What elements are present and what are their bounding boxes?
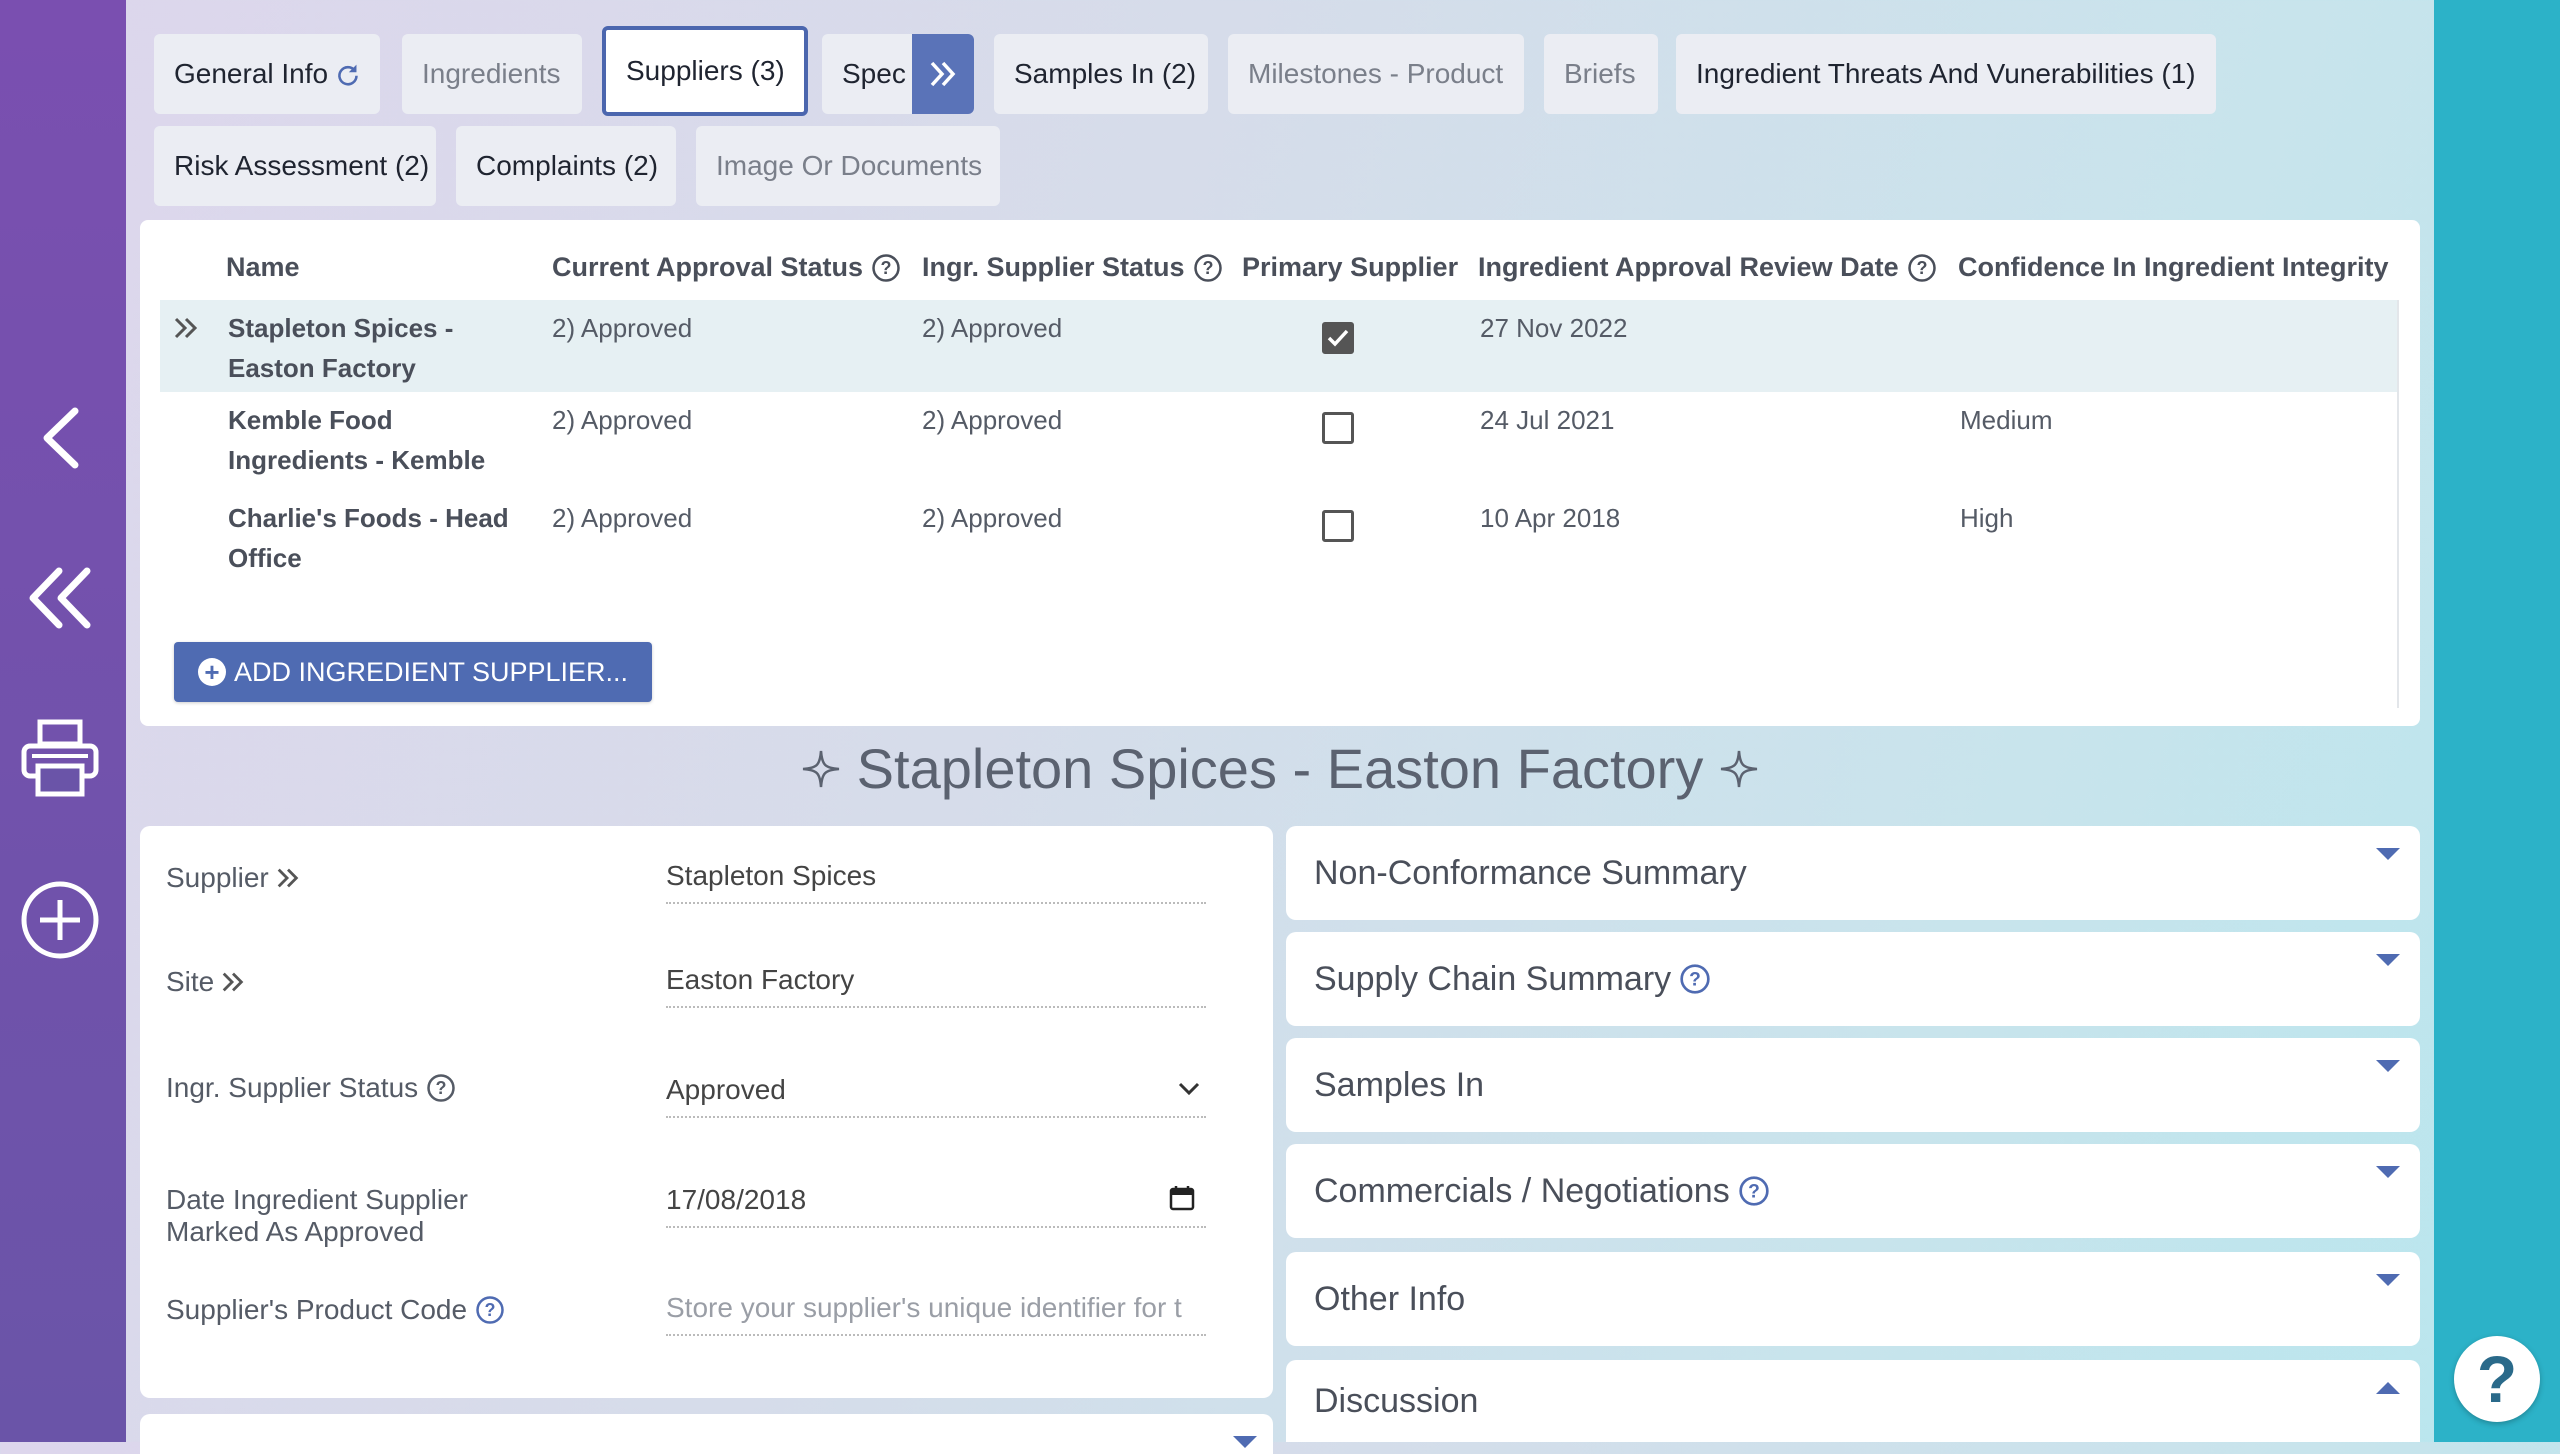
svg-text:?: ?: [485, 1300, 496, 1320]
caret-down-icon: [2376, 954, 2400, 966]
table-cell-review-date: 24 Jul 2021: [1480, 405, 1615, 435]
accordion-discussion[interactable]: Discussion: [1286, 1360, 2420, 1442]
tab-ingredient-threats[interactable]: Ingredient Threats And Vunerabilities (1…: [1676, 34, 2216, 114]
svg-text:?: ?: [436, 1078, 447, 1098]
supplier-field[interactable]: Stapleton Spices: [666, 860, 1206, 904]
table-cell-approval-status: 2) Approved: [552, 405, 693, 435]
col-header-supplier-status[interactable]: Ingr. Supplier Status ?: [922, 252, 1223, 283]
table-cell-supplier-status: 2) Approved: [922, 313, 1063, 343]
tab-briefs[interactable]: Briefs: [1544, 34, 1658, 114]
table-cell-approval-status: 2) Approved: [552, 503, 693, 533]
supplier-status-label: Ingr. Supplier Status ?: [166, 1072, 456, 1104]
tab-spec[interactable]: Spec: [822, 34, 914, 114]
col-header-review-date[interactable]: Ingredient Approval Review Date ?: [1478, 252, 1937, 283]
help-button[interactable]: ?: [2454, 1336, 2540, 1422]
question-icon[interactable]: ?: [1907, 253, 1937, 283]
table-row-name[interactable]: Charlie's Foods - Head Office: [228, 498, 528, 578]
help-icon: ?: [2476, 1342, 2518, 1416]
date-approved-label: Date Ingredient Supplier Marked As Appro…: [166, 1184, 468, 1247]
caret-down-icon: [2376, 1166, 2400, 1178]
collapsed-panel: [140, 1414, 1273, 1454]
primary-supplier-checkbox[interactable]: [1322, 510, 1354, 542]
caret-up-icon: [2376, 1382, 2400, 1394]
tab-complaints[interactable]: Complaints (2): [456, 126, 676, 206]
question-icon[interactable]: ?: [1738, 1175, 1770, 1207]
tab-ingredients[interactable]: Ingredients: [402, 34, 582, 114]
date-approved-input[interactable]: 17/08/2018: [666, 1184, 1206, 1228]
svg-text:?: ?: [1748, 1181, 1760, 1202]
product-code-label: Supplier's Product Code ?: [166, 1294, 505, 1326]
sparkle-icon: [1721, 750, 1758, 787]
caret-down-icon[interactable]: [1231, 1434, 1259, 1450]
back-icon[interactable]: [14, 392, 106, 484]
product-code-input[interactable]: Store your supplier's unique identifier …: [666, 1292, 1206, 1336]
tab-general-info[interactable]: General Info: [154, 34, 380, 114]
calendar-icon[interactable]: [1168, 1184, 1196, 1212]
accordion-commercials[interactable]: Commercials / Negotiations ?: [1286, 1144, 2420, 1238]
add-ingredient-supplier-button[interactable]: + ADD INGREDIENT SUPPLIER...: [174, 642, 652, 702]
accordion-supply-chain[interactable]: Supply Chain Summary ?: [1286, 932, 2420, 1026]
site-field[interactable]: Easton Factory: [666, 964, 1206, 1008]
col-header-confidence[interactable]: Confidence In Ingredient Integrity: [1958, 252, 2389, 283]
tab-samples-in[interactable]: Samples In (2): [994, 34, 1208, 114]
chevron-down-icon: [1178, 1082, 1200, 1096]
refresh-icon: [338, 64, 358, 86]
double-back-icon[interactable]: [14, 552, 106, 644]
tab-milestones-product[interactable]: Milestones - Product: [1228, 34, 1524, 114]
add-circle-icon[interactable]: [14, 874, 106, 966]
svg-text:?: ?: [1689, 969, 1701, 990]
svg-text:?: ?: [1202, 258, 1213, 278]
question-icon[interactable]: ?: [1679, 963, 1711, 995]
table-cell-review-date: 27 Nov 2022: [1480, 313, 1628, 343]
tab-image-or-documents[interactable]: Image Or Documents: [696, 126, 1000, 206]
table-cell-supplier-status: 2) Approved: [922, 405, 1063, 435]
question-icon[interactable]: ?: [1193, 253, 1223, 283]
caret-down-icon: [2376, 1060, 2400, 1072]
primary-supplier-checkbox[interactable]: [1322, 412, 1354, 444]
double-chevron-right-icon[interactable]: [220, 969, 246, 995]
tab-risk-assessment[interactable]: Risk Assessment (2): [154, 126, 436, 206]
checkmark-icon: [1327, 329, 1349, 347]
table-cell-confidence: Medium: [1960, 405, 2053, 435]
spec-expand-icon[interactable]: [912, 34, 974, 114]
question-icon[interactable]: ?: [426, 1073, 456, 1103]
site-label: Site: [166, 966, 246, 998]
table-cell-confidence: High: [1960, 503, 2014, 533]
printer-icon[interactable]: [14, 712, 106, 804]
accordion-other-info[interactable]: Other Info: [1286, 1252, 2420, 1346]
caret-down-icon: [2376, 1274, 2400, 1286]
accordion-non-conformance[interactable]: Non-Conformance Summary: [1286, 826, 2420, 920]
plus-circle-icon: +: [197, 658, 226, 686]
table-cell-approval-status: 2) Approved: [552, 313, 693, 343]
table-cell-review-date: 10 Apr 2018: [1480, 503, 1621, 533]
table-cell-supplier-status: 2) Approved: [922, 503, 1063, 533]
svg-text:?: ?: [881, 258, 892, 278]
accordion-samples-in[interactable]: Samples In: [1286, 1038, 2420, 1132]
question-icon[interactable]: ?: [871, 253, 901, 283]
caret-down-icon: [2376, 848, 2400, 860]
supplier-label: Supplier: [166, 862, 301, 894]
col-header-primary-supplier[interactable]: Primary Supplier: [1242, 252, 1458, 283]
double-chevron-right-icon[interactable]: [275, 865, 301, 891]
table-row-name[interactable]: Kemble Food Ingredients - Kemble: [228, 400, 528, 480]
col-header-name[interactable]: Name: [226, 252, 300, 283]
svg-text:?: ?: [1916, 258, 1927, 278]
left-sidebar: [0, 0, 126, 1442]
question-icon[interactable]: ?: [475, 1295, 505, 1325]
page-title: Stapleton Spices - Easton Factory: [140, 736, 2420, 801]
sparkle-icon: [802, 750, 839, 787]
tab-suppliers[interactable]: Suppliers (3): [602, 26, 808, 116]
double-chevron-right-icon[interactable]: [172, 314, 200, 342]
table-row-name[interactable]: Stapleton Spices - Easton Factory: [228, 308, 528, 388]
col-header-approval-status[interactable]: Current Approval Status ?: [552, 252, 901, 283]
right-rail: [2434, 0, 2560, 1442]
supplier-status-select[interactable]: Approved: [666, 1074, 1206, 1118]
primary-supplier-checkbox[interactable]: [1322, 322, 1354, 354]
table-scroll-divider: [2397, 300, 2399, 708]
